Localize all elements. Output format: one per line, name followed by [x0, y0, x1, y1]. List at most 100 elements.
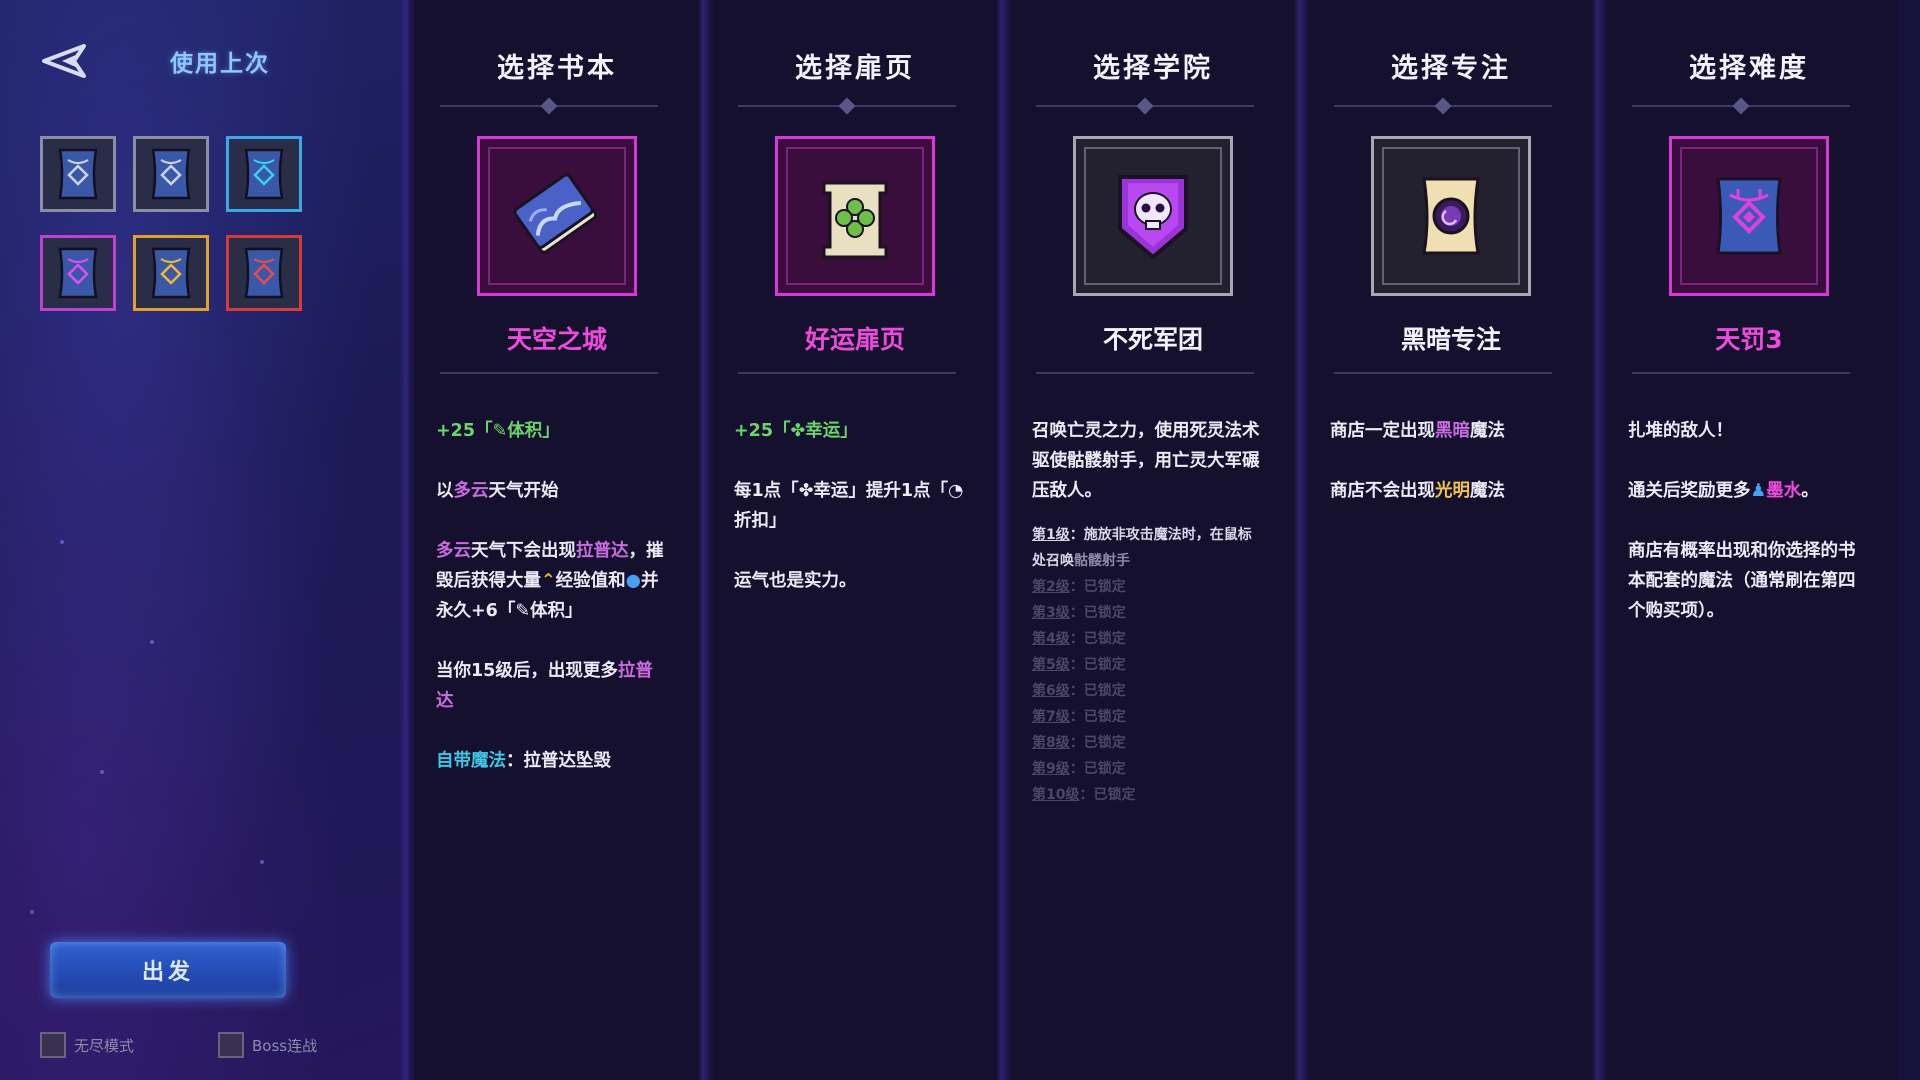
locked-level-row: 第4级：已锁定 [1032, 626, 1262, 652]
text: 扎堆的敌人！ [1628, 421, 1733, 441]
locked-level-row: 第7级：已锁定 [1032, 704, 1262, 730]
page-column-title: 选择扉页 [795, 53, 915, 84]
level-label: 第3级 [1032, 605, 1070, 621]
weather-keyword: 多云 [453, 481, 489, 501]
divider [1036, 97, 1254, 115]
boss-rush-toggle[interactable]: Boss连战 [218, 1032, 317, 1058]
star-decoration [150, 640, 154, 644]
bonus-value: +25「 [734, 421, 791, 441]
preset-slot-1[interactable] [40, 136, 116, 212]
page-description: +25「✤幸运」 每1点「✤幸运」提升1点「◔折扣」 运气也是实力。 [734, 416, 964, 626]
ink-icon: ♟ [1750, 481, 1767, 501]
dark-orb-scroll-icon [1422, 177, 1480, 255]
endless-mode-checkbox[interactable] [40, 1032, 66, 1058]
divider [738, 97, 956, 115]
text: 天气下会出现 [471, 541, 576, 561]
locked-level-row: 第3级：已锁定 [1032, 600, 1262, 626]
locked-text: ：已锁定 [1069, 709, 1126, 725]
level-list: 第1级：施放非攻击魔法时，在鼠标处召唤骷髅射手 第2级：已锁定 第3级：已锁定 第4… [1032, 522, 1262, 808]
page-name: 好运扉页 [804, 325, 905, 354]
preset-slot-3[interactable] [226, 136, 302, 212]
focus-column: 选择专注 黑暗专注 商店一定出现黑暗魔法 商店不会出现光明魔法 [1294, 0, 1600, 1080]
star-decoration [100, 770, 104, 774]
locked-level-row: 第10级：已锁定 [1032, 782, 1262, 808]
depart-button[interactable]: 出发 [50, 942, 286, 998]
locked-level-row: 第6级：已锁定 [1032, 678, 1262, 704]
locked-level-row: 第8级：已锁定 [1032, 730, 1262, 756]
built-in-magic-value: ：拉普达坠毁 [506, 751, 611, 771]
page-column: 选择扉页 好运扉页 +25「✤幸运」 每1点「✤幸运」提升1点「◔折扣」 运气也… [698, 0, 1004, 1080]
size-icon: ✎ [515, 601, 531, 621]
text: 每1点「 [734, 481, 799, 501]
boss-rush-checkbox[interactable] [218, 1032, 244, 1058]
rune-scroll-icon [244, 148, 284, 200]
preset-slot-5[interactable] [133, 235, 209, 311]
locked-text: ：已锁定 [1069, 657, 1126, 673]
bonus-stat: 体积 [507, 421, 543, 441]
star-decoration [30, 910, 34, 914]
divider [1334, 97, 1552, 115]
preset-slot-2[interactable] [133, 136, 209, 212]
back-arrow-icon [42, 44, 86, 78]
bonus-close: 」 [840, 421, 858, 441]
focus-card[interactable] [1371, 136, 1531, 296]
level-label: 第1级 [1032, 527, 1070, 543]
level-label: 第8级 [1032, 735, 1070, 751]
level-label: 第2级 [1032, 579, 1070, 595]
text: 魔法 [1470, 421, 1505, 441]
locked-level-row: 第9级：已锁定 [1032, 756, 1262, 782]
book-name: 天空之城 [506, 325, 607, 354]
level-highlight: 骷髅射手 [1074, 553, 1130, 569]
academy-column: 选择学院 不死军团 召唤亡灵之力，使用死灵法术驱使骷髅射手，用亡灵大军碾压敌人。… [996, 0, 1302, 1080]
difficulty-column-title: 选择难度 [1689, 53, 1809, 84]
rune-scroll-icon [244, 247, 284, 299]
use-last-button[interactable]: 使用上次 [170, 44, 270, 78]
preset-slot-4[interactable] [40, 235, 116, 311]
endless-mode-toggle[interactable]: 无尽模式 [40, 1032, 134, 1058]
back-button[interactable] [40, 42, 96, 80]
locked-text: ：已锁定 [1079, 787, 1136, 803]
academy-name: 不死军团 [1102, 325, 1203, 354]
book-description: +25「✎体积」 以多云天气开始 多云天气下会出现拉普达，摧毁后获得大量⌃经验值… [436, 416, 666, 806]
sky-book-icon [513, 173, 598, 254]
difficulty-description: 扎堆的敌人！ 通关后奖励更多♟墨水。 商店有概率出现和你选择的书本配套的魔法（通… [1628, 416, 1858, 656]
locked-text: ：已锁定 [1069, 761, 1126, 777]
text: 运气也是实力。 [734, 571, 857, 591]
academy-column-title: 选择学院 [1093, 53, 1213, 84]
divider [1334, 372, 1552, 374]
level-label: 第9级 [1032, 761, 1070, 777]
built-in-magic-label: 自带魔法 [436, 751, 506, 771]
locked-text: ：已锁定 [1069, 579, 1126, 595]
book-card[interactable] [477, 136, 637, 296]
luck-clover-scroll-icon [822, 181, 888, 259]
ink-keyword: 墨水 [1766, 481, 1802, 501]
page-card[interactable] [775, 136, 935, 296]
text: 通关后奖励更多 [1628, 481, 1751, 501]
text: 以 [436, 481, 454, 501]
difficulty-card[interactable] [1669, 136, 1829, 296]
level-label: 第10级 [1032, 787, 1080, 803]
academy-card[interactable] [1073, 136, 1233, 296]
star-decoration [260, 860, 264, 864]
text: 魔法 [1470, 481, 1505, 501]
locked-text: ：已锁定 [1069, 735, 1126, 751]
rune-scroll-icon [58, 148, 98, 200]
difficulty-column: 选择难度 天罚3 扎堆的敌人！ 通关后奖励更多♟墨水。 商店有概率出现和你选择的… [1592, 0, 1898, 1080]
clover-icon: ✤ [790, 421, 806, 441]
text: 幸运」提升1点「 [813, 481, 949, 501]
laputa-keyword: 拉普达 [576, 541, 629, 561]
skull-banner-icon [1118, 175, 1188, 260]
focus-name: 黑暗专注 [1400, 325, 1501, 354]
book-column-title: 选择书本 [497, 53, 617, 84]
divider [1036, 372, 1254, 374]
divider [1632, 97, 1850, 115]
rune-scroll-icon [151, 247, 191, 299]
focus-column-title: 选择专注 [1391, 53, 1511, 84]
exp-icon: ⌃ [541, 571, 556, 591]
bonus-stat: 幸运 [805, 421, 841, 441]
level-row: 第1级：施放非攻击魔法时，在鼠标处召唤骷髅射手 [1032, 522, 1262, 574]
clover-icon: ✤ [798, 481, 814, 501]
bonus-close: 」 [542, 421, 560, 441]
locked-levels: 第2级：已锁定 第3级：已锁定 第4级：已锁定 第5级：已锁定 第6级：已锁定 第7级：已… [1032, 574, 1262, 808]
preset-slot-6[interactable] [226, 235, 302, 311]
